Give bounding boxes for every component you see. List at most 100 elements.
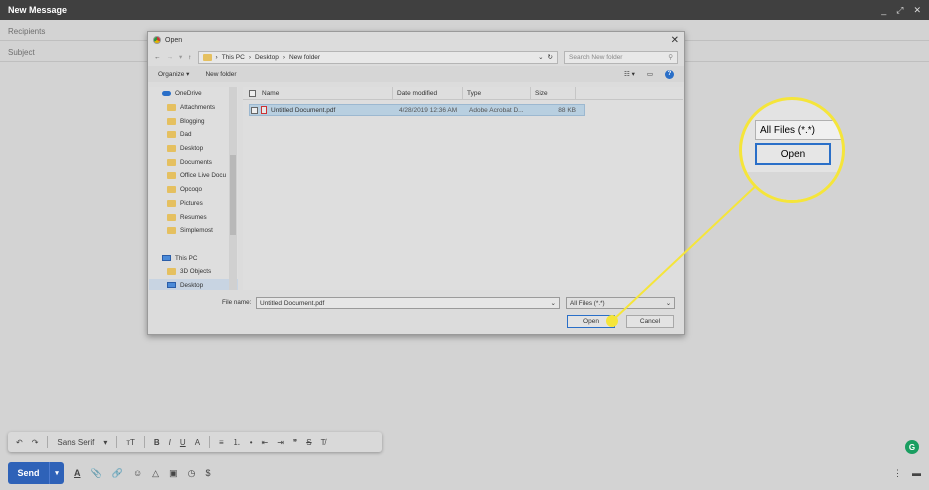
address-bar[interactable]: › This PC › Desktop › New folder ⌄ ↻ [197,50,558,64]
close-icon[interactable]: ✕ [913,5,921,16]
photo-icon[interactable]: ▣ [169,468,178,479]
nav-item[interactable]: Office Live Docu [149,169,238,183]
nav-item[interactable]: OneDrive [149,87,238,101]
open-file-dialog: Open ✕ ← → ▾ ↑ › This PC › Desktop › New… [147,31,685,335]
file-list-pane: Name Date modified Type Size Untitled Do… [243,86,683,290]
breadcrumb-separator: › [248,53,251,61]
back-icon[interactable]: ← [154,54,161,61]
nav-item[interactable]: Documents [149,155,238,169]
file-name-value: Untitled Document.pdf [260,299,325,307]
nav-item [149,238,238,252]
nav-item[interactable]: Opcoqo [149,183,238,197]
strikethrough-icon[interactable]: S [306,438,311,447]
send-button[interactable]: Send ▾ [8,462,64,484]
text-color-icon[interactable]: A [195,438,200,447]
nav-scroll-thumb[interactable] [230,155,236,235]
organize-button[interactable]: Organize ▾ [158,70,189,78]
nav-item-label: Resumes [180,213,207,221]
font-select[interactable]: Sans Serif [57,438,94,447]
minimize-icon[interactable]: _ [881,5,886,16]
link-icon[interactable]: 🔗 [112,468,123,479]
dollar-icon[interactable]: $ [205,468,210,478]
up-icon[interactable]: ↑ [188,54,191,61]
address-bar-row: ← → ▾ ↑ › This PC › Desktop › New folder… [148,48,684,66]
file-type-select[interactable]: All Files (*.*) ⌄ [566,297,675,309]
nav-item[interactable]: Attachments [149,101,238,115]
nav-item[interactable]: Resumes [149,210,238,224]
quote-icon[interactable]: ❞ [293,438,297,447]
attach-icon[interactable]: 📎 [91,468,102,479]
nav-item[interactable]: Blogging [149,114,238,128]
breadcrumb-this-pc[interactable]: This PC [222,54,245,61]
file-name-input[interactable]: Untitled Document.pdf ⌄ [256,297,560,309]
emoji-icon[interactable]: ☺ [133,468,142,478]
divider [116,436,118,448]
view-options-icon[interactable]: ☷ ▾ [624,70,635,78]
chevron-down-icon[interactable]: ⌄ [538,53,543,61]
search-input[interactable]: Search New folder ⚲ [564,50,678,64]
undo-icon[interactable]: ↶ [16,438,23,447]
breadcrumb-desktop[interactable]: Desktop [255,54,279,61]
select-all-checkbox[interactable] [249,89,256,97]
preview-pane-icon[interactable]: ▭ [647,70,653,78]
italic-icon[interactable]: I [169,438,171,447]
cancel-button[interactable]: Cancel [626,315,674,328]
clear-formatting-icon[interactable]: T̸ [321,438,326,447]
file-checkbox[interactable] [251,106,258,114]
more-options-icon[interactable]: ⋮ [893,468,902,479]
folder-icon [167,145,176,153]
grammarly-icon[interactable]: G [905,440,919,454]
breadcrumb-separator: › [282,53,286,61]
font-size-icon[interactable]: тT [126,438,135,447]
forward-icon[interactable]: → [167,54,174,61]
nav-item-label: Simplemost [180,227,213,235]
nav-item[interactable]: Simplemost [149,224,238,238]
chevron-down-icon: ▾ [103,437,108,447]
chevron-down-icon[interactable]: ▾ [179,53,182,61]
bulleted-list-icon[interactable]: • [250,438,253,447]
nav-item[interactable]: Pictures [149,197,238,211]
chrome-icon [153,36,161,44]
refresh-icon[interactable]: ↻ [548,53,553,61]
expand-icon[interactable]: ⤢ [896,5,903,16]
compose-bottom-bar: Send ▾ A 📎 🔗 ☺ △ ▣ ◷ $ ⋮ ▬ [8,462,921,484]
trash-icon[interactable]: ▬ [912,468,921,479]
column-date[interactable]: Date modified [393,86,463,100]
nav-item[interactable]: Desktop [149,278,238,290]
send-options-icon[interactable]: ▾ [50,462,64,484]
indent-less-icon[interactable]: ⇤ [262,438,269,447]
dialog-titlebar: Open ✕ [148,32,684,48]
computer-icon [167,282,176,289]
drive-icon[interactable]: △ [152,468,159,479]
column-type[interactable]: Type [463,86,531,100]
file-row[interactable]: Untitled Document.pdf 4/28/2019 12:36 AM… [249,104,585,116]
new-folder-button[interactable]: New folder [205,71,236,78]
help-icon[interactable]: ? [665,69,674,79]
bold-icon[interactable]: B [154,438,160,447]
chevron-down-icon[interactable]: ⌄ [551,299,556,307]
nav-item[interactable]: 3D Objects [149,265,238,279]
column-size[interactable]: Size [531,86,576,100]
nav-item[interactable]: Desktop [149,142,238,156]
dialog-bottom: File name: Untitled Document.pdf ⌄ All F… [148,294,684,334]
dialog-toolbar: Organize ▾ New folder ☷ ▾ ▭ ? [148,66,684,82]
redo-icon[interactable]: ↷ [32,438,39,447]
nav-item[interactable]: Dad [149,128,238,142]
nav-item-label: Pictures [180,199,203,207]
nav-item-label: Attachments [180,104,215,112]
dialog-close-icon[interactable]: ✕ [671,35,679,46]
search-placeholder: Search New folder [569,53,623,61]
breadcrumb-new-folder[interactable]: New folder [289,54,320,61]
nav-scrollbar[interactable] [229,87,237,290]
numbered-list-icon[interactable]: ⒈ [233,437,241,448]
column-name[interactable]: Name [262,90,279,97]
underline-icon[interactable]: U [180,438,186,447]
send-label[interactable]: Send [8,462,50,484]
nav-item-label: Office Live Docu [180,172,227,180]
chevron-down-icon: ⌄ [665,299,671,307]
nav-item[interactable]: This PC [149,251,238,265]
indent-more-icon[interactable]: ⇥ [277,438,284,447]
formatting-options-icon[interactable]: A [74,468,81,478]
align-icon[interactable]: ≡ [219,438,224,447]
confidential-icon[interactable]: ◷ [188,468,196,479]
